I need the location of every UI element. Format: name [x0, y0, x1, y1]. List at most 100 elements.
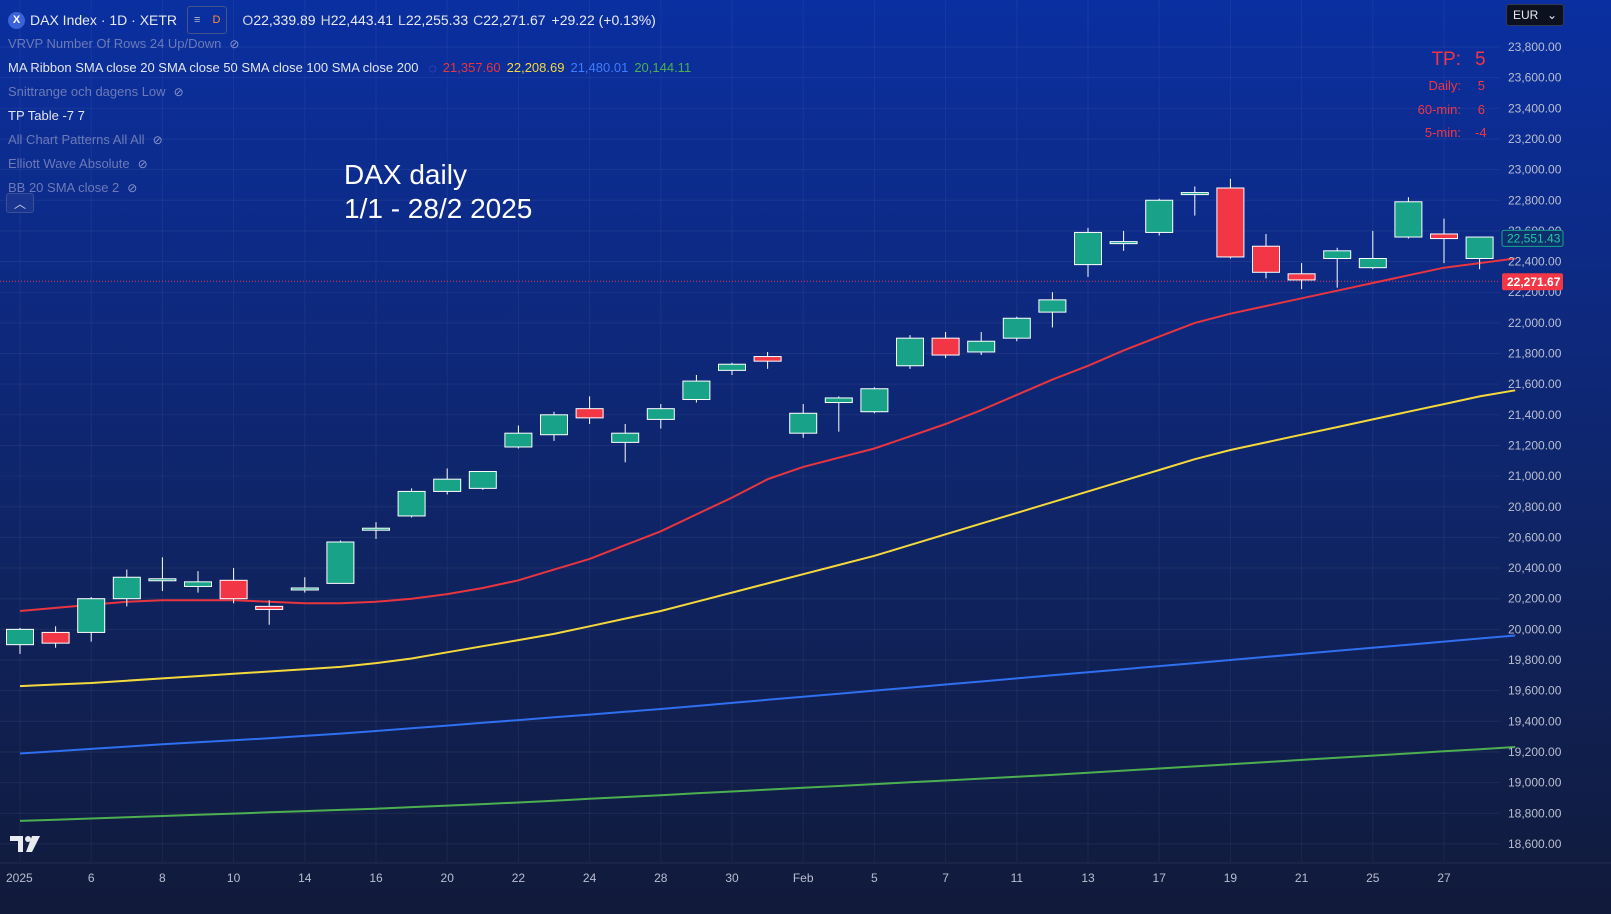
market-status-icon[interactable]: ≡	[188, 7, 206, 33]
time-tick-label: 27	[1437, 871, 1451, 885]
tp-title: TP:	[1431, 49, 1461, 70]
price-tick-label: 23,000.00	[1508, 163, 1562, 177]
candle	[468, 471, 497, 490]
time-tick-label: 6	[88, 871, 95, 885]
ma100-value: 21,480.01	[570, 60, 629, 75]
candle	[789, 404, 818, 438]
ma-values: 21,357.60 22,208.69 21,480.01 20,144.11	[437, 56, 691, 80]
annotation-line-2: 1/1 - 28/2 2025	[344, 193, 533, 224]
candle	[255, 600, 284, 625]
ma20-value: 21,357.60	[442, 60, 501, 75]
ma50-value: 22,208.69	[506, 60, 565, 75]
candle-body	[433, 478, 462, 492]
chevron-up-icon: ︿	[13, 196, 26, 211]
indicator-snittrange[interactable]: Snittrange och dagens Low ⊘	[8, 80, 691, 104]
tp-title-value: 5	[1475, 49, 1486, 70]
candle	[1394, 197, 1423, 239]
last-price-label: 22,271.67	[1507, 275, 1561, 289]
candle-body	[1394, 201, 1423, 238]
candle	[1216, 178, 1245, 259]
time-tick-label: 5	[871, 871, 878, 885]
collapse-legend-button[interactable]: ︿	[6, 193, 34, 213]
eye-hidden-icon[interactable]: ⊘	[127, 176, 137, 200]
chevron-down-icon: ⌄	[1546, 8, 1557, 22]
candle	[931, 332, 960, 359]
indicator-label: MA Ribbon SMA close 20 SMA close 50 SMA …	[8, 60, 419, 75]
candle	[824, 396, 853, 432]
candle-body	[967, 340, 996, 353]
symbol-title[interactable]: DAX Index · 1D · XETR	[30, 8, 177, 32]
time-axis[interactable]: 2025 6 8 10 14 16 20 22 24 28 30 Feb 5 7 11 13 17 19 21 25 2…	[0, 862, 1611, 885]
indicator-chart-patterns[interactable]: All Chart Patterns All All ⊘	[8, 128, 691, 152]
time-tick-label: 30	[725, 871, 739, 885]
candle	[1038, 292, 1067, 328]
indicator-label: All Chart Patterns All All	[8, 132, 145, 147]
eye-hidden-icon[interactable]: ⊘	[153, 128, 163, 152]
candle-body	[504, 432, 533, 448]
candle-body	[718, 363, 746, 371]
ma200-value: 20,144.11	[634, 60, 692, 75]
candle	[1287, 263, 1316, 290]
price-tick-label: 23,200.00	[1508, 132, 1562, 146]
tp-table: TP: 5 Daily: 5 60-min: 6 5-min: -4	[1417, 46, 1487, 145]
price-tick-label: 18,600.00	[1508, 837, 1562, 851]
candle-body	[611, 432, 640, 443]
candle	[540, 411, 568, 441]
candle	[1358, 230, 1387, 270]
eye-hidden-icon[interactable]: ⊘	[138, 152, 148, 176]
candle-body	[326, 541, 355, 584]
price-tick-label: 20,600.00	[1508, 530, 1562, 544]
price-tick-label: 21,600.00	[1508, 377, 1562, 391]
candle-body	[860, 388, 889, 413]
candle-body	[290, 587, 319, 591]
indicator-label: Elliott Wave Absolute	[8, 156, 130, 171]
candle	[6, 627, 34, 654]
price-tick-label: 20,400.00	[1508, 561, 1562, 575]
time-tick-label: Feb	[793, 871, 814, 885]
candle	[753, 351, 782, 369]
tp-row-value: -4	[1475, 125, 1487, 141]
candle	[967, 332, 996, 356]
candle	[1252, 233, 1280, 279]
price-tick-label: 19,000.00	[1508, 776, 1562, 790]
candle-body	[148, 578, 177, 582]
candle-body	[6, 628, 34, 646]
price-tick-label: 19,800.00	[1508, 653, 1562, 667]
eye-hidden-icon[interactable]: ⊘	[174, 80, 184, 104]
price-tick-label: 23,400.00	[1508, 101, 1562, 115]
time-tick-label: 11	[1011, 871, 1024, 885]
candle-body	[112, 576, 141, 600]
candle-body	[753, 356, 782, 362]
price-tick-label: 23,600.00	[1508, 71, 1562, 85]
indicator-ma-ribbon[interactable]: MA Ribbon SMA close 20 SMA close 50 SMA …	[8, 56, 691, 80]
loading-icon: ◌	[428, 60, 437, 76]
bb-price-label: 22,551.43	[1507, 231, 1561, 245]
open-label: O	[242, 12, 254, 28]
candle	[646, 404, 675, 429]
candle-body	[931, 337, 960, 356]
indicator-tp-table[interactable]: TP Table -7 7	[8, 104, 691, 128]
time-tick-label: 14	[298, 871, 312, 885]
ma-ribbon-lines	[19, 257, 1516, 822]
candle-body	[1252, 245, 1280, 273]
currency-selector[interactable]: EUR ⌄	[1506, 4, 1564, 26]
indicator-vrvp[interactable]: VRVP Number Of Rows 24 Up/Down ⊘	[8, 32, 691, 56]
symbol-row: X DAX Index · 1D · XETR ≡ D O 22,339.89 H…	[8, 6, 691, 34]
chart-text-annotation[interactable]: DAX daily 1/1 - 28/2 2025	[344, 158, 532, 226]
tradingview-logo-icon[interactable]	[10, 833, 42, 855]
price-axis[interactable]: 23,800.00 23,600.00 23,400.00 23,200.00 23,0…	[1500, 0, 1611, 914]
ma50-line	[19, 389, 1516, 688]
tp-row-value: 5	[1477, 78, 1485, 94]
tp-table-header: TP: 5	[1418, 46, 1485, 74]
data-delay-badge[interactable]: D	[206, 7, 226, 33]
candle	[1074, 227, 1102, 277]
candle	[1180, 186, 1209, 216]
candle-body	[1465, 236, 1494, 259]
tp-row-label: 60-min:	[1417, 101, 1461, 117]
candle	[575, 396, 604, 424]
symbol-logo-icon[interactable]: X	[8, 11, 25, 29]
candle	[1323, 247, 1352, 288]
ma20-line	[19, 257, 1516, 612]
candle	[184, 571, 212, 593]
eye-hidden-icon[interactable]: ⊘	[229, 32, 239, 56]
